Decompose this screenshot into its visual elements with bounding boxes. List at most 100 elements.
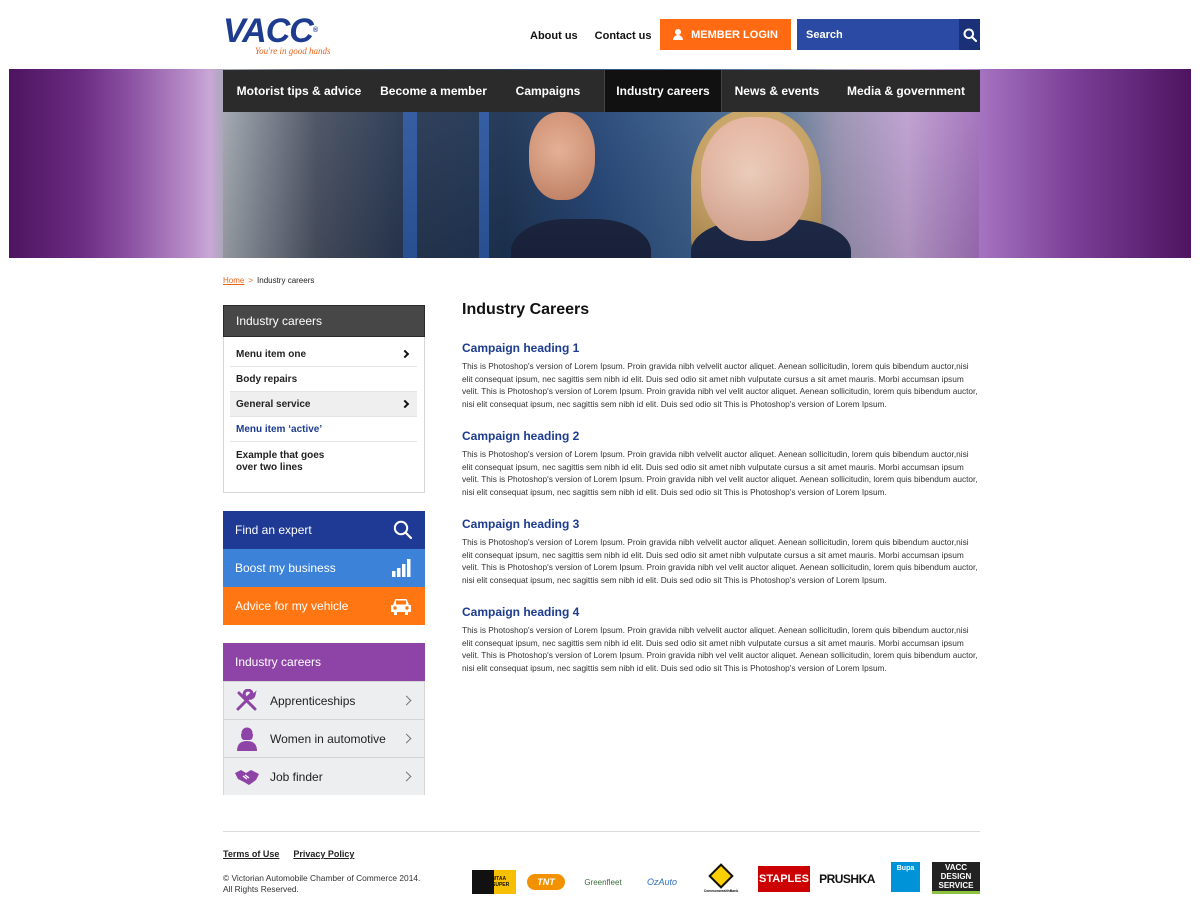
diamond-mark <box>708 863 734 889</box>
campaign-block: Campaign heading 4 This is Photoshop's v… <box>462 605 980 674</box>
mtaa-super-logo[interactable]: MTAA SUPER <box>472 870 516 894</box>
tools-icon <box>234 688 260 714</box>
nav-news-events[interactable]: News & events <box>722 70 832 112</box>
sponsor-name: PRUSHKA <box>819 872 875 886</box>
about-us-link[interactable]: About us <box>530 30 578 42</box>
main-nav: Motorist tips & advice Become a member C… <box>223 70 980 112</box>
search-button[interactable] <box>959 19 980 50</box>
car-icon <box>391 599 411 615</box>
boost-business-label: Boost my business <box>235 561 336 575</box>
careers-item-job-finder[interactable]: Job finder <box>224 757 424 795</box>
search-input[interactable] <box>797 19 959 50</box>
sponsor-name: TNT <box>537 877 555 887</box>
sponsor-name: OzAuto <box>646 877 677 887</box>
campaign-heading[interactable]: Campaign heading 4 <box>462 605 980 619</box>
search-box <box>797 19 980 50</box>
nav-campaigns[interactable]: Campaigns <box>492 70 604 112</box>
breadcrumb-separator: > <box>248 276 254 285</box>
campaign-body: This is Photoshop's version of Lorem Ips… <box>462 625 978 673</box>
campaign-heading[interactable]: Campaign heading 2 <box>462 429 980 443</box>
logo-tagline: You're in good hands <box>255 46 331 56</box>
menu-item-label: Example that goes over two lines <box>236 450 325 473</box>
chevron-right-icon <box>400 399 410 409</box>
careers-item-label: Job finder <box>270 769 323 784</box>
staples-logo[interactable]: STAPLES <box>758 866 810 892</box>
copyright: © Victorian Automobile Chamber of Commer… <box>223 873 453 895</box>
boost-business-button[interactable]: Boost my business <box>223 549 425 587</box>
campaign-block: Campaign heading 1 This is Photoshop's v… <box>462 341 980 410</box>
sponsor-name: VACC DESIGN SERVICE <box>938 863 974 890</box>
breadcrumb-home-link[interactable]: Home <box>223 276 244 285</box>
footer-divider <box>223 831 980 832</box>
menu-item-active[interactable]: Menu item ‘active’ <box>230 417 417 442</box>
member-login-label: MEMBER LOGIN <box>691 28 778 41</box>
search-icon <box>963 28 977 42</box>
careers-item-apprenticeships[interactable]: Apprenticeships <box>224 681 424 719</box>
menu-item-one[interactable]: Menu item one <box>230 342 417 367</box>
chevron-right-icon <box>401 733 412 744</box>
greenfleet-logo[interactable]: Greenfleet <box>578 876 628 888</box>
menu-item-label: Menu item one <box>236 348 307 360</box>
user-icon <box>673 29 684 40</box>
side-menu: Industry careers Menu item one Body repa… <box>223 305 425 493</box>
woman-icon <box>234 726 260 752</box>
careers-box-title: Industry careers <box>223 643 425 681</box>
careers-item-women-automotive[interactable]: Women in automotive <box>224 719 424 757</box>
menu-item-label: Menu item ‘active’ <box>236 423 323 435</box>
sponsor-name: STAPLES <box>759 873 809 885</box>
contact-us-link[interactable]: Contact us <box>595 30 652 42</box>
sponsor-name: Bupa <box>896 865 915 872</box>
vacc-logo[interactable]: VACC® You're in good hands <box>223 14 333 58</box>
bupa-logo[interactable]: Bupa <box>891 862 920 892</box>
chevron-right-icon <box>401 695 412 706</box>
menu-item-label: General service <box>236 398 311 410</box>
side-menu-title: Industry careers <box>223 305 425 337</box>
privacy-policy-link[interactable]: Privacy Policy <box>293 849 354 859</box>
handshake-icon <box>234 764 260 790</box>
menu-item-two-lines[interactable]: Example that goes over two lines <box>230 442 417 482</box>
menu-item-general-service[interactable]: General service <box>230 392 417 417</box>
sponsor-name: Greenfleet <box>584 877 622 887</box>
ozauto-logo[interactable]: OzAuto <box>640 872 684 892</box>
breadcrumb-current: Industry careers <box>257 276 315 285</box>
main-content: Industry Careers Campaign heading 1 This… <box>462 301 980 693</box>
nav-become-member[interactable]: Become a member <box>375 70 492 112</box>
campaign-heading[interactable]: Campaign heading 1 <box>462 341 980 355</box>
vehicle-advice-button[interactable]: Advice for my vehicle <box>223 587 425 625</box>
chevron-right-icon <box>400 349 410 359</box>
footer-links: Terms of Use Privacy Policy <box>223 849 354 859</box>
top-links: About us Contact us <box>530 30 652 42</box>
vehicle-advice-label: Advice for my vehicle <box>235 599 349 613</box>
careers-item-label: Women in automotive <box>270 731 386 746</box>
find-expert-label: Find an expert <box>235 523 312 537</box>
copyright-line: All Rights Reserved. <box>223 884 299 894</box>
tnt-logo[interactable]: TNT <box>527 874 565 890</box>
breadcrumb: Home > Industry careers <box>223 276 314 285</box>
careers-item-label: Apprenticeships <box>270 693 356 708</box>
campaign-block: Campaign heading 3 This is Photoshop's v… <box>462 517 980 586</box>
find-expert-button[interactable]: Find an expert <box>223 511 425 549</box>
nav-motorist-tips[interactable]: Motorist tips & advice <box>223 70 375 112</box>
campaign-heading[interactable]: Campaign heading 3 <box>462 517 980 531</box>
careers-box: Industry careers Apprenticeships Women i… <box>223 643 425 795</box>
chevron-right-icon <box>401 771 412 782</box>
campaign-body: This is Photoshop's version of Lorem Ips… <box>462 537 978 585</box>
sponsor-name: CommonwealthBank <box>703 889 739 893</box>
terms-of-use-link[interactable]: Terms of Use <box>223 849 279 859</box>
bar-chart-icon <box>392 559 411 577</box>
nav-media-government[interactable]: Media & government <box>832 70 980 112</box>
menu-item-label: Body repairs <box>236 373 298 385</box>
vacc-design-service-logo[interactable]: VACC DESIGN SERVICE <box>932 862 980 894</box>
sponsor-logos: MTAA SUPER TNT Greenfleet OzAuto Commonw… <box>472 862 980 896</box>
commonwealth-bank-logo[interactable]: CommonwealthBank <box>703 863 739 896</box>
copyright-line: © Victorian Automobile Chamber of Commer… <box>223 873 421 883</box>
campaign-body: This is Photoshop's version of Lorem Ips… <box>462 361 978 409</box>
page-title: Industry Careers <box>462 301 590 318</box>
registered-mark: ® <box>312 27 318 34</box>
sponsor-name: MTAA SUPER <box>492 876 510 888</box>
prushka-logo[interactable]: PRUSHKA <box>819 867 875 891</box>
member-login-button[interactable]: MEMBER LOGIN <box>660 19 791 50</box>
logo-wordmark: VACC <box>223 12 314 50</box>
nav-industry-careers[interactable]: Industry careers <box>604 70 722 112</box>
menu-item-body-repairs[interactable]: Body repairs <box>230 367 417 392</box>
